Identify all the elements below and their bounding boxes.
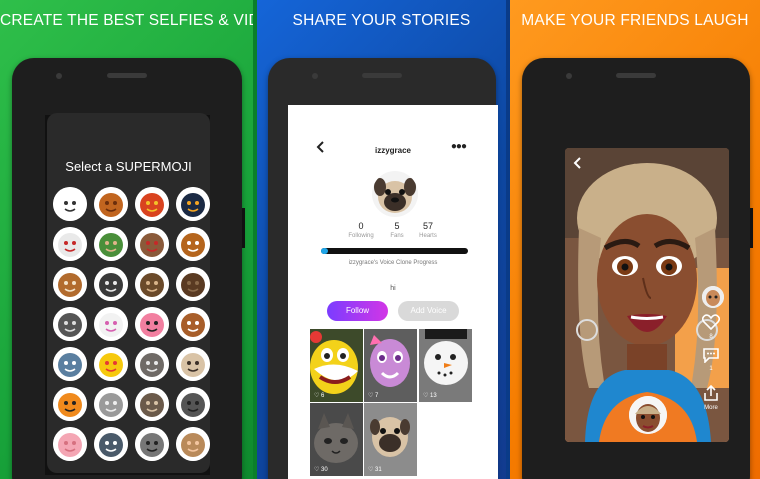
follow-button[interactable]: Follow [327, 301, 388, 321]
emoji-dog[interactable] [53, 267, 87, 301]
emoji-tabby-cat[interactable] [135, 387, 169, 421]
voice-progress-caption: izzygrace's Voice Clone Progress [348, 260, 438, 266]
creator-badge[interactable] [629, 396, 667, 434]
speaker-grille [616, 73, 656, 78]
add-voice-button[interactable]: Add Voice [398, 301, 459, 321]
emoji-koala[interactable] [94, 387, 128, 421]
video-likes: ♡ 31 [368, 467, 382, 473]
volume-button [750, 208, 753, 248]
emoji-dragon[interactable] [135, 187, 169, 221]
headline-stories: SHARE YOUR STORIES [292, 12, 471, 29]
stat-hearts[interactable]: 57 Hearts [403, 221, 453, 239]
voice-progress-fill [321, 248, 328, 254]
emoji-shark[interactable] [53, 347, 87, 381]
supermoji-picker: Select a SUPERMOJI [47, 113, 210, 473]
emoji-moose[interactable] [176, 267, 210, 301]
emoji-heart-eyes[interactable] [94, 347, 128, 381]
video-likes: ♡ 13 [423, 393, 437, 399]
stat-label: Hearts [419, 233, 437, 239]
panel-stories: SHARE YOUR STORIES izzygrace ●●● 0 Follo… [257, 0, 506, 479]
volume-button [242, 208, 245, 248]
profile-message: hi [390, 285, 396, 292]
more-label[interactable]: More [699, 405, 723, 411]
emoji-penguin[interactable] [176, 187, 210, 221]
comments-count: 1 [709, 366, 713, 372]
emoji-flamingo[interactable] [135, 307, 169, 341]
front-camera [566, 73, 572, 79]
heart-icon[interactable] [701, 314, 721, 333]
panel-laugh: MAKE YOUR FRIENDS LAUGH 8 1 More [510, 0, 760, 479]
video-tile[interactable]: ♡ 13 [419, 329, 472, 402]
emoji-cat-face[interactable] [135, 347, 169, 381]
speaker-grille [362, 73, 402, 78]
emoji-tiki-mask[interactable] [94, 187, 128, 221]
emoji-seal[interactable] [176, 387, 210, 421]
emoji-gingerbread[interactable] [176, 227, 210, 261]
picker-title: Select a SUPERMOJI [65, 159, 192, 174]
likes-count: 8 [709, 334, 713, 340]
more-icon[interactable]: ●●● [451, 141, 467, 152]
emoji-snowman[interactable] [53, 187, 87, 221]
voice-progress-track [321, 248, 468, 254]
emoji-santa[interactable] [53, 227, 87, 261]
profile-username: izzygrace [374, 146, 412, 155]
stat-value: 57 [422, 221, 433, 231]
emoji-monkey[interactable] [135, 267, 169, 301]
profile-screen: izzygrace ●●● 0 Following 5 Fans 57 Hear… [288, 105, 498, 479]
emoji-raccoon[interactable] [135, 427, 169, 461]
video-tile[interactable]: ♡ 31 [364, 403, 417, 476]
video-likes: ♡ 30 [314, 467, 328, 473]
emoji-unicorn[interactable] [94, 307, 128, 341]
comment-icon[interactable] [701, 347, 721, 366]
emoji-cat[interactable] [94, 267, 128, 301]
panel-selfies: CREATE THE BEST SELFIES & VIDEOS Select … [0, 0, 253, 479]
video-player[interactable]: 8 1 More [565, 148, 729, 442]
video-likes: ♡ 6 [314, 393, 325, 399]
emoji-pug[interactable] [176, 347, 210, 381]
phone-frame: izzygrace ●●● 0 Following 5 Fans 57 Hear… [268, 58, 498, 479]
emoji-wizard[interactable] [53, 307, 87, 341]
back-icon[interactable] [573, 156, 582, 174]
phone-frame: 8 1 More [522, 58, 753, 479]
headline-laugh: MAKE YOUR FRIENDS LAUGH [521, 12, 749, 29]
emoji-tiger[interactable] [53, 387, 87, 421]
video-likes: ♡ 7 [368, 393, 379, 399]
video-tile[interactable]: ♡ 6 [310, 329, 363, 402]
profile-avatar [372, 171, 418, 217]
emoji-pig[interactable] [53, 427, 87, 461]
video-tile[interactable]: ♡ 7 [364, 329, 417, 402]
front-camera [312, 73, 318, 79]
front-camera [56, 73, 62, 79]
creator-avatar[interactable] [702, 286, 724, 308]
speaker-grille [107, 73, 147, 78]
share-icon[interactable] [701, 384, 721, 405]
headline-selfies: CREATE THE BEST SELFIES & VIDEOS [0, 12, 253, 29]
emoji-mouse[interactable] [176, 427, 210, 461]
phone-frame: Select a SUPERMOJI [12, 58, 245, 479]
emoji-reindeer[interactable] [135, 227, 169, 261]
emoji-husky[interactable] [94, 427, 128, 461]
emoji-puppy[interactable] [176, 307, 210, 341]
video-tile[interactable]: ♡ 30 [310, 403, 363, 476]
emoji-elf[interactable] [94, 227, 128, 261]
